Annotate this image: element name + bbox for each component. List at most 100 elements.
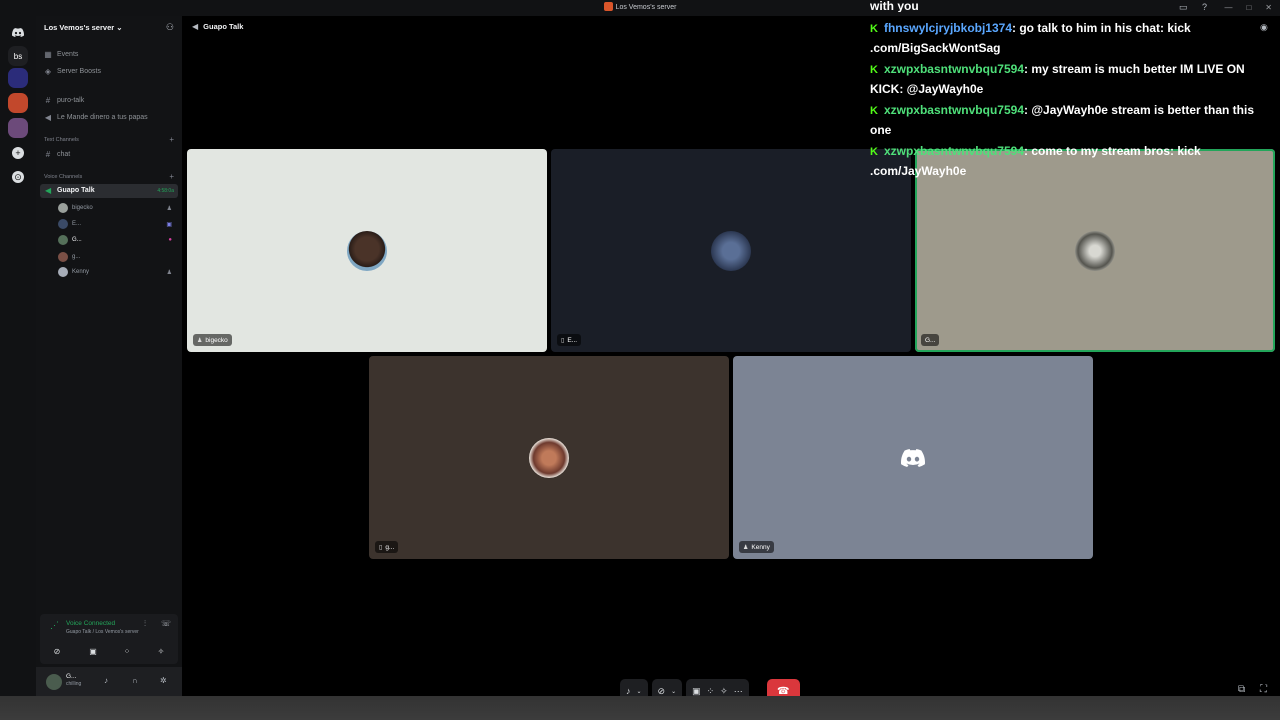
discord-logo-icon bbox=[901, 448, 925, 467]
server-icon-2[interactable] bbox=[8, 68, 28, 88]
sidebar-item-server-boosts[interactable]: ◈ Server Boosts bbox=[44, 67, 101, 76]
avatar bbox=[58, 267, 68, 277]
user-panel: G... chilling ♪ ∩ ✲ bbox=[36, 667, 182, 696]
server-icon bbox=[603, 2, 613, 11]
avatar bbox=[347, 230, 387, 271]
screen-share-icon[interactable]: ▣ bbox=[80, 643, 106, 659]
noise-suppression-icon[interactable]: ⫶ bbox=[144, 619, 146, 629]
voice-user[interactable]: E... ▣ bbox=[58, 217, 178, 231]
more-icon[interactable]: ⋯ bbox=[734, 686, 743, 697]
call-header: ◀ Guapo Talk bbox=[192, 22, 243, 31]
participant-tile-e[interactable]: ▯ E... bbox=[551, 149, 911, 352]
chat-username: xzwpxbasntwnvbqu7594 bbox=[883, 103, 1024, 117]
activity-icon: ● bbox=[168, 237, 172, 243]
add-server-icon[interactable]: + bbox=[12, 147, 24, 159]
participant-name-tag: ♟ bigecko bbox=[193, 334, 232, 346]
soundboard-icon[interactable]: ✧ bbox=[720, 686, 728, 697]
kick-icon: K bbox=[870, 105, 878, 117]
chat-message: Kxzwpxbasntwnvbqu7594: come to my stream… bbox=[870, 142, 1270, 181]
chat-message: Kxzwpxbasntwnvbqu7594: @JayWayh0e stream… bbox=[870, 101, 1270, 140]
mobile-icon: ▯ bbox=[379, 544, 383, 551]
microphone-icon[interactable]: ♪ bbox=[104, 676, 108, 685]
add-voice-channel-icon[interactable]: + bbox=[169, 172, 174, 181]
participant-name-tag: ▯ E... bbox=[557, 334, 582, 346]
hash-icon: # bbox=[45, 96, 51, 105]
hash-icon: # bbox=[45, 150, 51, 159]
camera-off-icon[interactable]: ⊘ bbox=[44, 643, 70, 659]
speaker-icon: ◀ bbox=[45, 186, 52, 195]
server-rail: bs + ⊙ bbox=[0, 16, 36, 696]
voice-user[interactable]: bigecko ♟ bbox=[58, 201, 178, 215]
channel-sidebar: Los Vemos's server ⌄ ⚇ ▦ Events ◈ Server… bbox=[36, 16, 182, 696]
kick-icon: K bbox=[870, 64, 878, 76]
category-text-channels[interactable]: Text Channels bbox=[44, 137, 79, 143]
soundboard-icon[interactable]: ✧ bbox=[148, 643, 174, 659]
headphones-icon[interactable]: ∩ bbox=[132, 676, 138, 685]
call-channel-name: Guapo Talk bbox=[203, 22, 244, 31]
popout-icon[interactable]: ⧉ bbox=[1238, 684, 1245, 695]
status-icon: ♟ bbox=[166, 269, 172, 276]
screen-share-icon[interactable]: ▣ bbox=[692, 686, 701, 697]
server-icon-4[interactable] bbox=[8, 118, 28, 138]
avatar bbox=[58, 235, 68, 245]
activities-icon[interactable]: ⁘ bbox=[114, 643, 140, 659]
status-icon: ♟ bbox=[166, 205, 172, 212]
server-icon-3[interactable] bbox=[8, 93, 28, 113]
chat-username: xzwpxbasntwnvbqu7594 bbox=[883, 144, 1024, 158]
voice-channel-guapo-talk[interactable]: ◀ Guapo Talk 4:58:0a bbox=[40, 184, 178, 198]
person-icon: ♟ bbox=[743, 544, 749, 551]
avatar bbox=[529, 437, 569, 478]
boost-icon: ◈ bbox=[44, 67, 52, 76]
sidebar-item-events[interactable]: ▦ Events bbox=[44, 50, 78, 59]
chat-message: Kxzwpxbasntwnvbqu7594: my stream is much… bbox=[870, 60, 1270, 99]
fullscreen-icon[interactable]: ⛶ bbox=[1260, 684, 1267, 695]
participant-name-tag: ▯ g... bbox=[375, 541, 399, 553]
participant-name-tag: ♟ Kenny bbox=[739, 541, 774, 553]
mobile-icon: ▯ bbox=[561, 337, 565, 344]
chevron-down-icon[interactable]: ⌄ bbox=[637, 688, 642, 695]
disconnect-icon[interactable]: ☏ bbox=[161, 619, 171, 628]
channel-le-mande[interactable]: ◀ Le Mande dinero a tus papas bbox=[44, 113, 148, 122]
category-voice-channels[interactable]: Voice Channels bbox=[44, 174, 82, 180]
kick-icon: K bbox=[870, 23, 878, 35]
avatar bbox=[1075, 230, 1115, 271]
speaker-icon: ◀ bbox=[44, 113, 52, 122]
participant-tile-bigecko[interactable]: ♟ bigecko bbox=[187, 149, 547, 352]
server-bs[interactable]: bs bbox=[8, 46, 28, 66]
voice-user[interactable]: Kenny ♟ bbox=[58, 265, 178, 279]
chevron-down-icon[interactable]: ⌄ bbox=[671, 688, 676, 695]
activities-icon[interactable]: ⁘ bbox=[707, 686, 715, 697]
voice-connected-panel: ⋰ Voice Connected Guapo Talk / Los Vemos… bbox=[40, 614, 178, 664]
avatar bbox=[58, 203, 68, 213]
user-name: G... bbox=[66, 673, 77, 680]
calendar-icon: ▦ bbox=[44, 50, 52, 59]
avatar bbox=[58, 252, 68, 262]
add-member-icon[interactable]: ⚇ bbox=[166, 22, 174, 33]
person-icon: ♟ bbox=[197, 337, 203, 344]
add-text-channel-icon[interactable]: + bbox=[169, 135, 174, 144]
taskbar bbox=[0, 696, 1280, 720]
speaker-icon: ◀ bbox=[192, 22, 199, 31]
voice-connected-title: Voice Connected bbox=[66, 620, 116, 627]
discover-icon[interactable]: ⊙ bbox=[12, 171, 24, 183]
discord-home-icon[interactable] bbox=[8, 22, 28, 42]
participant-tile-g-lower[interactable]: ▯ g... bbox=[369, 356, 729, 559]
gear-icon[interactable]: ✲ bbox=[160, 676, 167, 685]
avatar bbox=[711, 230, 751, 271]
channel-puro-talk[interactable]: # puro-talk bbox=[44, 96, 84, 105]
voice-connected-subtitle[interactable]: Guapo Talk / Los Vemos's server bbox=[66, 629, 139, 635]
signal-icon: ⋰ bbox=[50, 620, 59, 630]
server-name[interactable]: Los Vemos's server ⌄ bbox=[44, 23, 123, 32]
user-status: chilling bbox=[66, 681, 82, 687]
voice-user[interactable]: g... bbox=[58, 250, 178, 264]
channel-chat[interactable]: # chat bbox=[44, 150, 70, 159]
chat-message: Kfhnswylcjryjbkobj1374: go talk to him i… bbox=[870, 19, 1270, 58]
microphone-icon[interactable]: ♪ bbox=[626, 686, 631, 696]
chat-username: fhnswylcjryjbkobj1374 bbox=[883, 21, 1013, 35]
chat-username: xzwpxbasntwnvbqu7594 bbox=[883, 62, 1024, 76]
participant-tile-kenny[interactable]: ♟ Kenny bbox=[733, 356, 1093, 559]
chat-fragment: with you bbox=[870, 0, 919, 12]
avatar[interactable] bbox=[46, 674, 62, 690]
voice-user[interactable]: G... ● bbox=[58, 233, 178, 247]
camera-off-icon[interactable]: ⊘ bbox=[658, 686, 666, 697]
